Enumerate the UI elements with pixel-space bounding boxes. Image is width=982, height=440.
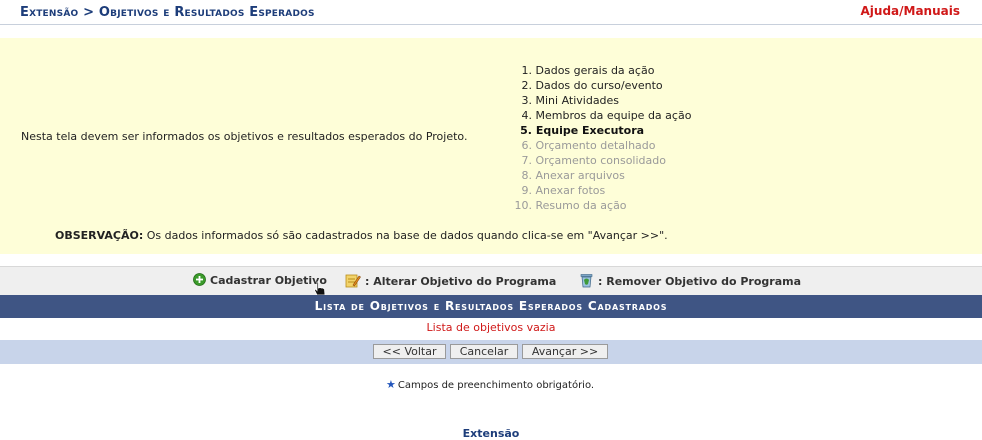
wizard-step: 7. Orçamento consolidado <box>521 154 666 167</box>
page-title: Extensão > Objetivos e Resultados Espera… <box>20 5 315 20</box>
actions-legend: Cadastrar Objetivo : Alterar Objetivo do… <box>0 266 982 295</box>
footer-extension-link[interactable]: Extensão <box>0 427 982 440</box>
remove-objective-legend: : Remover Objetivo do Programa <box>579 273 801 291</box>
wizard-step-current: 5. Equipe Executora <box>520 124 645 137</box>
edit-objective-legend: : Alterar Objetivo do Programa <box>345 273 556 291</box>
add-objective-action[interactable]: Cadastrar Objetivo <box>193 273 327 289</box>
required-fields-note: ★ Campos de preenchimento obrigatório. <box>386 378 595 391</box>
wizard-steps: 1. Dados gerais da ação 2. Dados do curs… <box>509 63 692 213</box>
instructions-box: Nesta tela devem ser informados os objet… <box>0 38 982 254</box>
wizard-step: 3. Mini Atividades <box>521 94 620 107</box>
instructions-text: Nesta tela devem ser informados os objet… <box>21 130 468 143</box>
objectives-list-header: Lista de Objetivos e Resultados Esperado… <box>0 295 982 318</box>
title-bar: Extensão > Objetivos e Resultados Espera… <box>0 0 982 25</box>
edit-objective-label: : Alterar Objetivo do Programa <box>365 275 557 288</box>
wizard-step: 10. Resumo da ação <box>514 199 627 212</box>
help-manuals-link[interactable]: Ajuda/Manuais <box>861 4 961 18</box>
observation-note: OBSERVAÇÃO: Os dados informados só são c… <box>55 229 668 242</box>
add-icon <box>193 273 206 289</box>
navigation-buttons: << Voltar Cancelar Avançar >> <box>0 340 982 364</box>
remove-objective-label: : Remover Objetivo do Programa <box>598 275 802 288</box>
wizard-step: 2. Dados do curso/evento <box>521 79 663 92</box>
next-button[interactable]: Avançar >> <box>522 344 608 359</box>
trash-icon <box>579 273 594 291</box>
cancel-button[interactable]: Cancelar <box>450 344 518 359</box>
back-button[interactable]: << Voltar <box>373 344 446 359</box>
wizard-step: 9. Anexar fotos <box>521 184 606 197</box>
add-objective-label: Cadastrar Objetivo <box>210 274 327 287</box>
empty-list-message: Lista de objetivos vazia <box>426 321 556 334</box>
wizard-step: 1. Dados gerais da ação <box>521 64 655 77</box>
wizard-step: 4. Membros da equipe da ação <box>521 109 692 122</box>
wizard-step: 6. Orçamento detalhado <box>521 139 656 152</box>
required-star-icon: ★ <box>386 378 396 391</box>
wizard-step: 8. Anexar arquivos <box>521 169 625 182</box>
edit-icon <box>345 273 361 291</box>
